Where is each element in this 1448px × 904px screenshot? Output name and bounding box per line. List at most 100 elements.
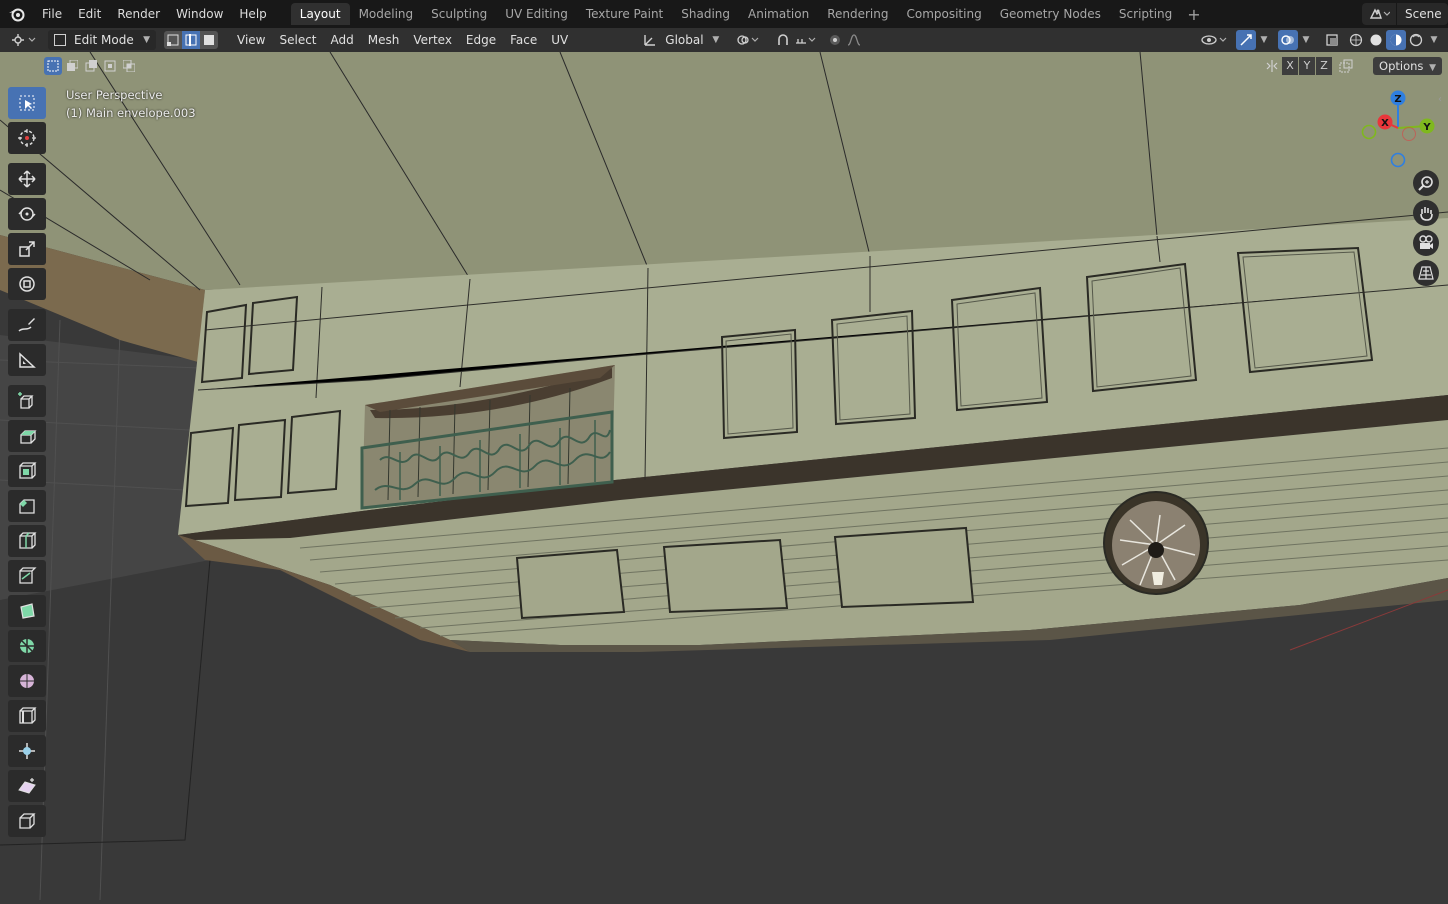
edge-select-mode-icon[interactable] [182, 31, 200, 49]
tool-cursor[interactable] [8, 122, 46, 154]
menu-edit[interactable]: Edit [70, 3, 109, 25]
tool-spin[interactable] [8, 630, 46, 662]
menu-help[interactable]: Help [231, 3, 274, 25]
smooth-icon [17, 671, 37, 691]
tool-poly-build[interactable] [8, 595, 46, 627]
gizmo-toggle-icon[interactable] [1236, 30, 1256, 50]
proportional-editing-icon[interactable] [825, 30, 845, 50]
perspective-toggle-icon[interactable] [1413, 260, 1439, 286]
tab-modeling[interactable]: Modeling [350, 3, 423, 25]
navigation-gizmo[interactable]: Z X Y [1358, 88, 1438, 168]
chevron-down-icon[interactable]: ▼ [1256, 30, 1270, 50]
axis-x-toggle[interactable]: X [1282, 57, 1298, 75]
tool-measure[interactable] [8, 344, 46, 376]
select-intersect-icon[interactable] [120, 57, 138, 75]
face-select-mode-icon[interactable] [200, 31, 218, 49]
menu-window[interactable]: Window [168, 3, 231, 25]
xray-toggle-icon[interactable] [1322, 30, 1342, 50]
tool-scale[interactable] [8, 233, 46, 265]
tool-transform[interactable] [8, 268, 46, 300]
select-subtract-icon[interactable] [82, 57, 100, 75]
overlays-toggle-icon[interactable] [1278, 30, 1298, 50]
tool-extrude-region[interactable] [8, 420, 46, 452]
tab-layout[interactable]: Layout [290, 3, 350, 25]
editor-type-icon[interactable] [10, 30, 40, 50]
menu-vertex[interactable]: Vertex [406, 30, 459, 50]
menu-uv[interactable]: UV [544, 30, 575, 50]
add-workspace-icon[interactable]: + [1181, 5, 1206, 24]
measure-icon [17, 350, 37, 370]
blender-logo-icon[interactable] [6, 3, 28, 25]
snap-icon[interactable] [773, 30, 793, 50]
chevron-down-icon[interactable]: ▼ [1298, 30, 1312, 50]
tab-uv-editing[interactable]: UV Editing [496, 3, 577, 25]
tool-move[interactable] [8, 163, 46, 195]
add-cube-icon [17, 391, 37, 411]
cursor-icon [17, 128, 37, 148]
select-new-icon[interactable] [44, 57, 62, 75]
auto-merge-icon[interactable] [1336, 57, 1356, 75]
rendered-shading-icon[interactable] [1406, 30, 1426, 50]
solid-shading-icon[interactable] [1366, 30, 1386, 50]
menu-render[interactable]: Render [109, 3, 168, 25]
tool-smooth[interactable] [8, 665, 46, 697]
tool-inset-faces[interactable] [8, 455, 46, 487]
tab-geometry-nodes[interactable]: Geometry Nodes [991, 3, 1110, 25]
transform-orientation-dropdown[interactable]: Global ▼ [637, 30, 726, 50]
3d-viewport[interactable]: X Y Z Options ▼ User Perspective (1) Mai… [0, 52, 1448, 904]
tool-rip-region[interactable] [8, 805, 46, 837]
mode-dropdown[interactable]: Edit Mode ▼ [48, 30, 156, 50]
tab-compositing[interactable]: Compositing [897, 3, 990, 25]
pivot-point-icon[interactable] [733, 30, 763, 50]
menu-file[interactable]: File [34, 3, 70, 25]
mirror-axis-group: X Y Z [1263, 57, 1356, 75]
pan-hand-icon[interactable] [1413, 200, 1439, 226]
menu-mesh[interactable]: Mesh [361, 30, 407, 50]
chevron-down-icon[interactable]: ▼ [1426, 30, 1440, 50]
scene-icon [1362, 3, 1397, 25]
snap-target-icon[interactable] [793, 30, 819, 50]
menu-edge[interactable]: Edge [459, 30, 503, 50]
tool-shear[interactable] [8, 770, 46, 802]
options-dropdown[interactable]: Options ▼ [1373, 57, 1442, 75]
tab-texture-paint[interactable]: Texture Paint [577, 3, 672, 25]
wireframe-shading-icon[interactable] [1346, 30, 1366, 50]
select-invert-icon[interactable] [101, 57, 119, 75]
tool-bevel[interactable] [8, 490, 46, 522]
tool-edge-slide[interactable] [8, 700, 46, 732]
axis-z-toggle[interactable]: Z [1316, 57, 1332, 75]
tool-add-cube[interactable] [8, 385, 46, 417]
menu-face[interactable]: Face [503, 30, 544, 50]
collapse-sidebar-icon[interactable]: ‹ [1438, 94, 1448, 108]
tab-animation[interactable]: Animation [739, 3, 818, 25]
select-extend-icon[interactable] [63, 57, 81, 75]
scene-render[interactable] [0, 52, 1448, 904]
edge-slide-icon [17, 706, 37, 726]
tool-shrink-fatten[interactable] [8, 735, 46, 767]
menu-view[interactable]: View [230, 30, 272, 50]
falloff-icon[interactable] [845, 30, 871, 50]
camera-view-icon[interactable] [1413, 230, 1439, 256]
zoom-icon[interactable] [1413, 170, 1439, 196]
visibility-icon[interactable] [1200, 30, 1230, 50]
tool-select-box[interactable] [8, 87, 46, 119]
gizmo-z-label: Z [1394, 94, 1401, 105]
tab-shading[interactable]: Shading [672, 3, 739, 25]
mirror-icon[interactable] [1263, 57, 1281, 75]
tool-knife[interactable] [8, 560, 46, 592]
menu-select[interactable]: Select [272, 30, 323, 50]
options-label: Options [1379, 59, 1424, 73]
scene-selector[interactable]: Scene [1362, 3, 1448, 25]
tool-rotate[interactable] [8, 198, 46, 230]
menu-add[interactable]: Add [324, 30, 361, 50]
tab-rendering[interactable]: Rendering [818, 3, 897, 25]
material-shading-icon[interactable] [1386, 30, 1406, 50]
move-icon [17, 169, 37, 189]
vertex-select-mode-icon[interactable] [164, 31, 182, 49]
tool-annotate[interactable] [8, 309, 46, 341]
tool-loop-cut[interactable] [8, 525, 46, 557]
axis-y-toggle[interactable]: Y [1299, 57, 1315, 75]
transform-icon [17, 274, 37, 294]
tab-sculpting[interactable]: Sculpting [422, 3, 496, 25]
tab-scripting[interactable]: Scripting [1110, 3, 1181, 25]
